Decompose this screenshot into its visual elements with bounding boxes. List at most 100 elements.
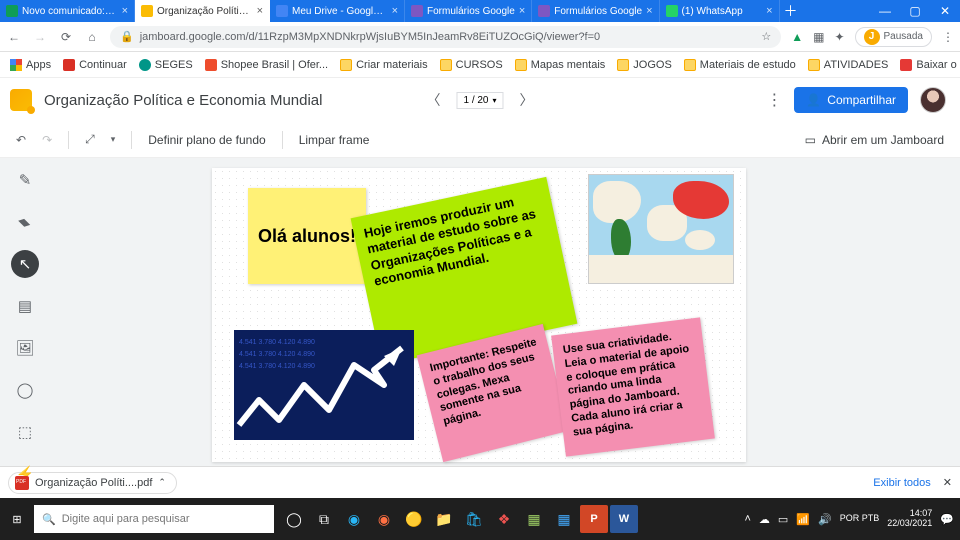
kebab-icon[interactable]: ⋮ [942, 30, 954, 44]
task-view-icon[interactable]: ⧉ [310, 505, 338, 533]
window-minimize-button[interactable]: — [870, 0, 900, 22]
pen-tool[interactable]: ✎ [11, 166, 39, 194]
reload-button[interactable]: ⟳ [58, 30, 74, 44]
address-bar[interactable]: 🔒 jamboard.google.com/d/11RzpM3MpXNDNkrp… [110, 26, 781, 48]
image-tool[interactable]: 🖼 [11, 334, 39, 362]
clock[interactable]: 14:0722/03/2021 [887, 509, 932, 529]
firefox-icon[interactable]: ◉ [370, 505, 398, 533]
extensions-icon[interactable]: ✦ [834, 30, 844, 44]
powerpoint-icon[interactable]: P [580, 505, 608, 533]
app-icon[interactable]: ▦ [520, 505, 548, 533]
kebab-icon[interactable]: ⋮ [766, 90, 782, 110]
start-button[interactable]: ⊞ [0, 513, 34, 526]
eraser-tool[interactable]: ▰ [5, 202, 45, 242]
volume-icon[interactable]: 🔊 [818, 513, 832, 526]
lock-icon: 🔒 [120, 30, 134, 43]
back-button[interactable]: ← [6, 30, 22, 44]
bookmark-item[interactable]: Mapas mentais [515, 59, 606, 71]
chrome-icon[interactable]: 🟡 [400, 505, 428, 533]
prev-frame-button[interactable]: 〈 [426, 90, 440, 110]
browser-tab-strip: Novo comunicado: "Bo...× Organização Pol… [0, 0, 960, 22]
battery-icon[interactable]: ▭ [778, 513, 788, 526]
bookmark-item[interactable]: Shopee Brasil | Ofer... [205, 59, 328, 71]
shape-tool[interactable]: ◯ [11, 376, 39, 404]
jamboard-frame[interactable]: Olá alunos! Hoje iremos produzir um mate… [212, 168, 746, 462]
bookmark-item[interactable]: Continuar [63, 59, 127, 71]
windows-icon: ⊞ [12, 513, 21, 526]
close-icon[interactable]: × [122, 5, 128, 17]
tray-chevron-icon[interactable]: ˄ [744, 513, 750, 525]
sticky-note[interactable]: Use sua criatividade. Leia o material de… [551, 317, 715, 456]
cortana-icon[interactable]: ◯ [280, 505, 308, 533]
close-icon[interactable]: × [519, 5, 525, 17]
close-shelf-button[interactable]: ✕ [943, 476, 952, 489]
forward-button[interactable]: → [32, 30, 48, 44]
word-icon[interactable]: W [610, 505, 638, 533]
bookmark-item[interactable]: ATIVIDADES [808, 59, 889, 71]
taskbar-search[interactable]: 🔍 Digite aqui para pesquisar [34, 505, 274, 533]
app-icon[interactable]: ❖ [490, 505, 518, 533]
next-frame-button[interactable]: 〉 [520, 90, 534, 110]
tab-0[interactable]: Novo comunicado: "Bo...× [0, 0, 135, 22]
zoom-dropdown-icon[interactable]: ▾ [111, 134, 116, 145]
show-all-downloads[interactable]: Exibir todos [873, 477, 930, 489]
zoom-button[interactable]: ⤢ [85, 132, 95, 147]
bookmark-item[interactable]: Criar materiais [340, 59, 428, 71]
star-icon[interactable]: ☆ [761, 30, 771, 43]
window-maximize-button[interactable]: ▢ [900, 0, 930, 22]
edge-icon[interactable]: ◉ [340, 505, 368, 533]
canvas-stage: ✎ ▰ ↖ ▤ 🖼 ◯ ⬚ ⚡ Olá alunos! Hoje iremos … [0, 158, 960, 466]
bookmark-item[interactable]: CURSOS [440, 59, 503, 71]
language-indicator[interactable]: POR PTB [840, 514, 880, 524]
set-background-button[interactable]: Definir plano de fundo [148, 133, 265, 147]
sticky-note[interactable]: Olá alunos! [248, 188, 366, 284]
profile-chip[interactable]: JPausada [855, 27, 932, 47]
store-icon[interactable]: 🛍 [460, 505, 488, 533]
jamboard-toolbar: ↶ ↷ ⤢ ▾ Definir plano de fundo Limpar fr… [0, 122, 960, 158]
cloud-icon[interactable]: ☁ [759, 513, 770, 526]
drive-icon[interactable]: ▲ [791, 30, 803, 44]
sticky-note-tool[interactable]: ▤ [11, 292, 39, 320]
open-in-jamboard-icon: ▭ [805, 133, 816, 147]
calculator-icon[interactable]: ▦ [550, 505, 578, 533]
tab-1[interactable]: Organização Política e E...× [135, 0, 270, 22]
url-text: jamboard.google.com/d/11RzpM3MpXNDNkrpWj… [140, 31, 600, 43]
frame-selector[interactable]: 1 / 20 [456, 92, 503, 109]
undo-button[interactable]: ↶ [16, 133, 26, 147]
share-button[interactable]: 👤Compartilhar [794, 87, 908, 113]
close-icon[interactable]: × [766, 5, 772, 17]
bookmark-item[interactable]: Baixar o arquivo | iL... [900, 59, 960, 71]
window-close-button[interactable]: ✕ [930, 0, 960, 22]
bookmark-item[interactable]: SEGES [139, 59, 193, 71]
tab-3[interactable]: Formulários Google× [405, 0, 532, 22]
notifications-icon[interactable]: 💬 [940, 513, 954, 526]
home-button[interactable]: ⌂ [84, 30, 100, 44]
grid-icon[interactable]: ▦ [813, 30, 824, 44]
close-icon[interactable]: × [646, 5, 652, 17]
text-box-tool[interactable]: ⬚ [11, 418, 39, 446]
bookmark-item[interactable]: JOGOS [617, 59, 672, 71]
world-map-image[interactable] [588, 174, 734, 284]
tab-4[interactable]: Formulários Google× [532, 0, 659, 22]
svg-text:4.541 3.780 4.120 4.890: 4.541 3.780 4.120 4.890 [239, 363, 315, 370]
search-icon: 🔍 [42, 513, 56, 526]
select-tool[interactable]: ↖ [11, 250, 39, 278]
explorer-icon[interactable]: 📁 [430, 505, 458, 533]
clear-frame-button[interactable]: Limpar frame [299, 133, 370, 147]
document-title[interactable]: Organização Política e Economia Mundial [44, 92, 754, 109]
browser-toolbar: ← → ⟳ ⌂ 🔒 jamboard.google.com/d/11RzpM3M… [0, 22, 960, 52]
svg-text:4.541 3.780 4.120 4.890: 4.541 3.780 4.120 4.890 [239, 351, 315, 358]
close-icon[interactable]: × [392, 5, 398, 17]
tab-2[interactable]: Meu Drive - Google Dri...× [270, 0, 405, 22]
chevron-up-icon[interactable]: ⌃ [158, 477, 166, 488]
tab-5[interactable]: (1) WhatsApp× [660, 0, 780, 22]
account-avatar[interactable] [920, 87, 946, 113]
stock-chart-image[interactable]: 4.541 3.780 4.120 4.890 4.541 3.780 4.12… [234, 330, 414, 440]
new-tab-button[interactable]: ＋ [780, 0, 802, 22]
open-in-jamboard-button[interactable]: Abrir em um Jamboard [822, 133, 944, 147]
close-icon[interactable]: × [257, 5, 263, 17]
redo-button[interactable]: ↷ [42, 133, 52, 147]
wifi-icon[interactable]: 📶 [796, 513, 810, 526]
apps-shortcut[interactable]: Apps [10, 59, 51, 71]
bookmark-item[interactable]: Materiais de estudo [684, 59, 796, 71]
